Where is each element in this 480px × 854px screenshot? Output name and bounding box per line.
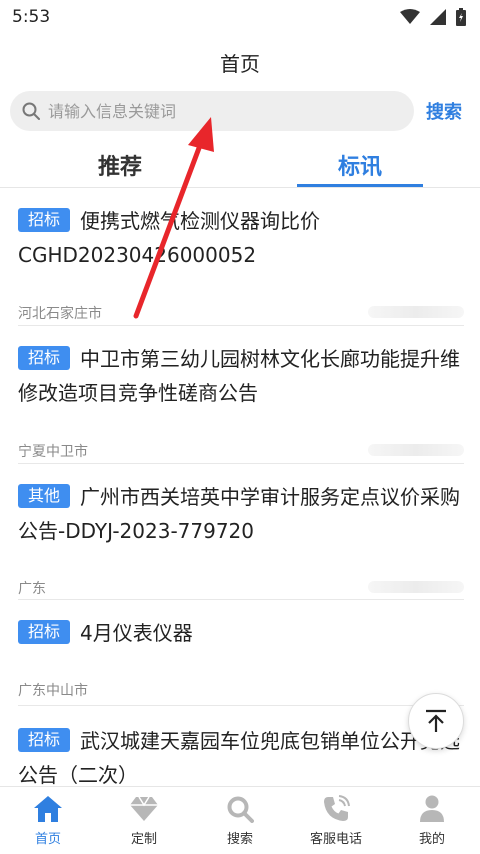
nav-service-phone-label: 客服电话 [309, 832, 362, 847]
home-icon [34, 796, 62, 822]
item-title-text: 广州市西关培英中学审计服务定点议价采购公告-DDYJ-2023-779720 [18, 485, 461, 543]
item-region: 广东 [18, 581, 46, 597]
item-tag: 其他 [18, 484, 71, 508]
bid-list: 招标 便携式燃气检测仪器询比价CGHD20230426000052 河北石家庄市 … [0, 188, 480, 786]
status-icons [400, 8, 466, 26]
tab-bar: 推荐 标讯 [0, 142, 480, 188]
status-bar: 5:53 [0, 0, 480, 34]
list-item[interactable]: 招标 武汉城建天嘉园车位兜底包销单位公开竞选公告（二次） [18, 724, 464, 786]
search-button[interactable]: 搜索 [426, 98, 462, 124]
item-title-text: 4月仪表仪器 [80, 621, 193, 645]
item-title-text: 中卫市第三幼儿园树林文化长廊功能提升维修改造项目竞争性磋商公告 [18, 347, 461, 405]
phone-icon [324, 795, 350, 821]
item-tag: 招标 [18, 346, 71, 370]
nav-custom-label: 定制 [130, 832, 157, 847]
list-item[interactable]: 招标 中卫市第三幼儿园树林文化长廊功能提升维修改造项目竞争性磋商公告 宁夏中卫市 [18, 342, 464, 464]
nav-profile[interactable]: 我的 [384, 787, 480, 854]
item-region: 河北石家庄市 [18, 306, 102, 322]
nav-search-label: 搜索 [226, 832, 253, 847]
item-date-blurred [368, 306, 464, 318]
item-date-blurred [368, 581, 464, 593]
item-tag: 招标 [18, 620, 71, 644]
page-title: 首页 [220, 51, 260, 76]
tab-recommend-label: 推荐 [97, 154, 142, 180]
item-title: 招标 4月仪表仪器 [18, 616, 464, 650]
item-date-blurred [368, 444, 464, 456]
item-title: 招标 武汉城建天嘉园车位兜底包销单位公开竞选公告（二次） [18, 724, 464, 786]
tab-active-indicator [297, 184, 423, 187]
user-icon [420, 795, 444, 822]
battery-icon [456, 8, 466, 26]
search-box[interactable] [10, 91, 414, 131]
item-region: 广东中山市 [18, 683, 88, 699]
list-item[interactable]: 招标 4月仪表仪器 广东中山市 [18, 616, 464, 706]
tab-news[interactable]: 标讯 [240, 142, 480, 187]
nav-custom[interactable]: 定制 [96, 787, 192, 854]
search-icon [227, 796, 254, 823]
list-item[interactable]: 招标 便携式燃气检测仪器询比价CGHD20230426000052 河北石家庄市 [18, 204, 464, 326]
bottom-nav: 首页 定制 搜索 客服电话 我的 [0, 786, 480, 854]
search-row: 搜索 [10, 91, 470, 131]
diamond-icon [130, 796, 158, 821]
nav-home-label: 首页 [34, 832, 61, 847]
nav-service-phone[interactable]: 客服电话 [288, 787, 384, 854]
item-title: 其他 广州市西关培英中学审计服务定点议价采购公告-DDYJ-2023-779720 [18, 480, 464, 548]
wifi-icon [400, 9, 420, 24]
back-to-top-button[interactable] [408, 693, 464, 749]
item-region: 宁夏中卫市 [18, 444, 88, 460]
item-title: 招标 中卫市第三幼儿园树林文化长廊功能提升维修改造项目竞争性磋商公告 [18, 342, 464, 410]
signal-icon [430, 9, 446, 25]
item-title-text: 武汉城建天嘉园车位兜底包销单位公开竞选公告（二次） [18, 729, 461, 786]
tab-recommend[interactable]: 推荐 [0, 142, 240, 187]
search-input[interactable] [48, 101, 388, 121]
tab-news-label: 标讯 [337, 154, 382, 180]
status-time: 5:53 [12, 7, 51, 27]
nav-home[interactable]: 首页 [0, 787, 96, 854]
list-item[interactable]: 其他 广州市西关培英中学审计服务定点议价采购公告-DDYJ-2023-779720… [18, 480, 464, 600]
header: 首页 [0, 40, 480, 84]
arrow-up-icon [426, 709, 446, 732]
item-tag: 招标 [18, 728, 71, 752]
nav-search[interactable]: 搜索 [192, 787, 288, 854]
search-icon [22, 102, 40, 120]
item-title: 招标 便携式燃气检测仪器询比价CGHD20230426000052 [18, 204, 464, 272]
nav-profile-label: 我的 [418, 832, 445, 847]
item-tag: 招标 [18, 208, 71, 232]
